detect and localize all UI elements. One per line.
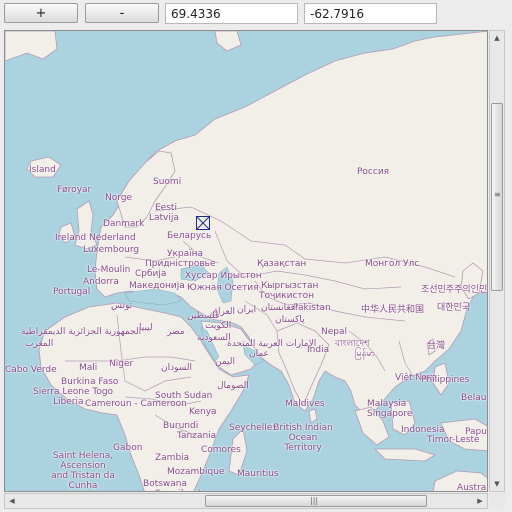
map-label-kenya: Kenya bbox=[189, 407, 217, 417]
map-label-belarus: Беларусь bbox=[167, 231, 212, 241]
map-label-portugal: Portugal bbox=[53, 287, 91, 297]
map-label-algeria: الجمهورية الجزائرية الديمقراطية bbox=[21, 327, 142, 337]
map-label-philippines: Philippines bbox=[421, 375, 470, 385]
map-label-gabon: Gabon bbox=[113, 443, 143, 453]
map-label-somalia: الصومال bbox=[217, 381, 249, 391]
map-label-russia: Россия bbox=[357, 167, 390, 177]
map-label-biot: British Indian Ocean Territory bbox=[273, 423, 333, 453]
map-label-pakistan_ar: پاکستان bbox=[275, 315, 305, 325]
grip-icon: ||| bbox=[310, 496, 319, 505]
map-label-nepal: Nepal bbox=[321, 327, 347, 337]
location-marker-icon bbox=[196, 216, 210, 230]
map-label-seychelles: Seychelles bbox=[229, 423, 277, 433]
map-label-sudan: السودان bbox=[161, 363, 193, 373]
map-label-comores: Comores bbox=[201, 445, 241, 455]
map-label-ukraina: Україна bbox=[167, 249, 204, 259]
map-label-mali: Mali bbox=[79, 363, 98, 373]
map-label-yemen: اليمن bbox=[215, 357, 236, 367]
map-label-srbija: Србија bbox=[135, 269, 167, 279]
map-label-malaysia: Malaysia bbox=[367, 399, 407, 409]
scroll-down-icon[interactable]: ▼ bbox=[490, 477, 504, 491]
map-label-caboverde: Cabo Verde bbox=[5, 365, 57, 375]
grip-icon: ≡ bbox=[494, 190, 501, 199]
map-label-lemoulin: Le-Moulin bbox=[87, 265, 131, 275]
map-label-korea_n: 조선민주주의인민공화국 bbox=[421, 285, 488, 295]
scroll-right-icon[interactable]: ▶ bbox=[473, 494, 487, 508]
vertical-scroll-thumb[interactable]: ≡ bbox=[491, 103, 503, 291]
map-label-southsudan: South Sudan bbox=[155, 391, 213, 401]
map-label-india: India bbox=[307, 345, 330, 355]
map-label-andorra: Andorra bbox=[83, 277, 119, 287]
map-label-swaziland: Swaziland bbox=[155, 489, 200, 491]
map-label-khussar: Хуссар Ирыстон bbox=[185, 271, 262, 281]
map-label-tanzania: Tanzania bbox=[177, 431, 217, 441]
map-label-eesti: Eesti bbox=[155, 203, 177, 213]
map-label-island: Ísland bbox=[29, 165, 56, 175]
map-label-korea_s: 대한민국 bbox=[437, 303, 471, 313]
map-label-ireland: Ireland bbox=[55, 233, 87, 243]
map-label-mauritius: Mauritius bbox=[237, 469, 279, 479]
map-label-luxembourg: Luxembourg bbox=[83, 245, 140, 255]
map-label-australia: Australia bbox=[457, 483, 487, 492]
scroll-left-icon[interactable]: ◀ bbox=[5, 494, 19, 508]
map-label-bangladesh: বাংলাদেশ bbox=[335, 339, 370, 349]
map-label-myanmar: မြန်မာ bbox=[355, 349, 376, 359]
horizontal-scrollbar[interactable]: ◀ ||| ▶ bbox=[4, 493, 488, 509]
map-label-kyrgyzstan: Кыргызстан bbox=[261, 281, 319, 291]
map-label-mongolia: Монгол Улс bbox=[365, 259, 420, 269]
map-label-oman: عمان bbox=[249, 349, 269, 359]
map-label-uae: الإمارات العربية المتحدة bbox=[227, 339, 317, 349]
map-label-libya: ليبيا bbox=[139, 323, 153, 333]
map-label-kazakhstan: Қазақстан bbox=[257, 259, 307, 269]
zoom-out-button[interactable]: - bbox=[85, 3, 159, 23]
scroll-up-icon[interactable]: ▲ bbox=[490, 31, 504, 45]
scrollbar-corner bbox=[489, 493, 505, 509]
map-label-egypt: مصر bbox=[167, 327, 185, 337]
map-label-belau: Belau bbox=[461, 393, 487, 403]
map-view[interactable]: Ísland Føroyar Norge Suomi Eesti Latvija Danma… bbox=[4, 30, 488, 492]
map-label-tunisia: تونس bbox=[111, 301, 133, 311]
map-label-pakistan: Pakistan bbox=[293, 303, 331, 313]
map-label-taiwan: 台灣 bbox=[427, 341, 446, 351]
longitude-field[interactable]: -62.7916 bbox=[304, 3, 437, 24]
map-label-iran: ایران bbox=[237, 305, 257, 315]
map-label-botswana: Botswana bbox=[143, 479, 187, 489]
map-label-china: 中华人民共和国 bbox=[361, 305, 425, 315]
map-label-sainthelena: Saint Helena, Ascension and Tristan da C… bbox=[51, 451, 115, 491]
map-label-pridnestrovie: Придністровье bbox=[145, 259, 216, 269]
map-label-mozambique: Mozambique bbox=[167, 467, 225, 477]
map-label-makedonija: Македонија bbox=[129, 281, 185, 291]
map-label-palestine: فلسطين bbox=[187, 311, 220, 321]
map-label-zambia: Zambia bbox=[155, 453, 190, 463]
zoom-in-button[interactable]: + bbox=[4, 3, 78, 23]
map-label-suomi: Suomi bbox=[153, 177, 182, 187]
map-label-nederland: Nederland bbox=[89, 233, 136, 243]
horizontal-scroll-thumb[interactable]: ||| bbox=[205, 495, 427, 507]
map-label-papua: Papua bbox=[465, 427, 487, 437]
map-label-indonesia: Indonesia bbox=[401, 425, 445, 435]
map-label-burundi: Burundi bbox=[163, 421, 199, 431]
map-label-maldives: Maldives bbox=[285, 399, 325, 409]
map-label-saudi: السعودية bbox=[197, 333, 231, 343]
map-label-burkina: Burkina Faso bbox=[61, 377, 119, 387]
map-label-norge: Norge bbox=[105, 193, 133, 203]
map-label-morocco: المغرب bbox=[25, 339, 54, 349]
map-label-liberia: Liberia bbox=[53, 397, 84, 407]
map-label-niger: Niger bbox=[109, 359, 134, 369]
map-label-tojikiston: Тоҷикистон bbox=[259, 291, 315, 301]
map-label-danmark: Danmark bbox=[103, 219, 145, 229]
map-label-latvija: Latvija bbox=[149, 213, 179, 223]
latitude-field[interactable]: 69.4336 bbox=[165, 3, 298, 24]
map-label-afghanistan: افغانستان bbox=[261, 303, 298, 313]
vertical-scrollbar[interactable]: ▲ ≡ ▼ bbox=[489, 30, 505, 492]
map-label-foroyar: Føroyar bbox=[57, 185, 92, 195]
map-label-sierraleone: Sierra Leone Togo bbox=[33, 387, 114, 397]
map-label-kuwait: الكويت bbox=[205, 321, 232, 331]
map-label-yuzhossetia: Южная Осетия bbox=[187, 283, 259, 293]
map-label-singapore: Singapore bbox=[367, 409, 413, 419]
